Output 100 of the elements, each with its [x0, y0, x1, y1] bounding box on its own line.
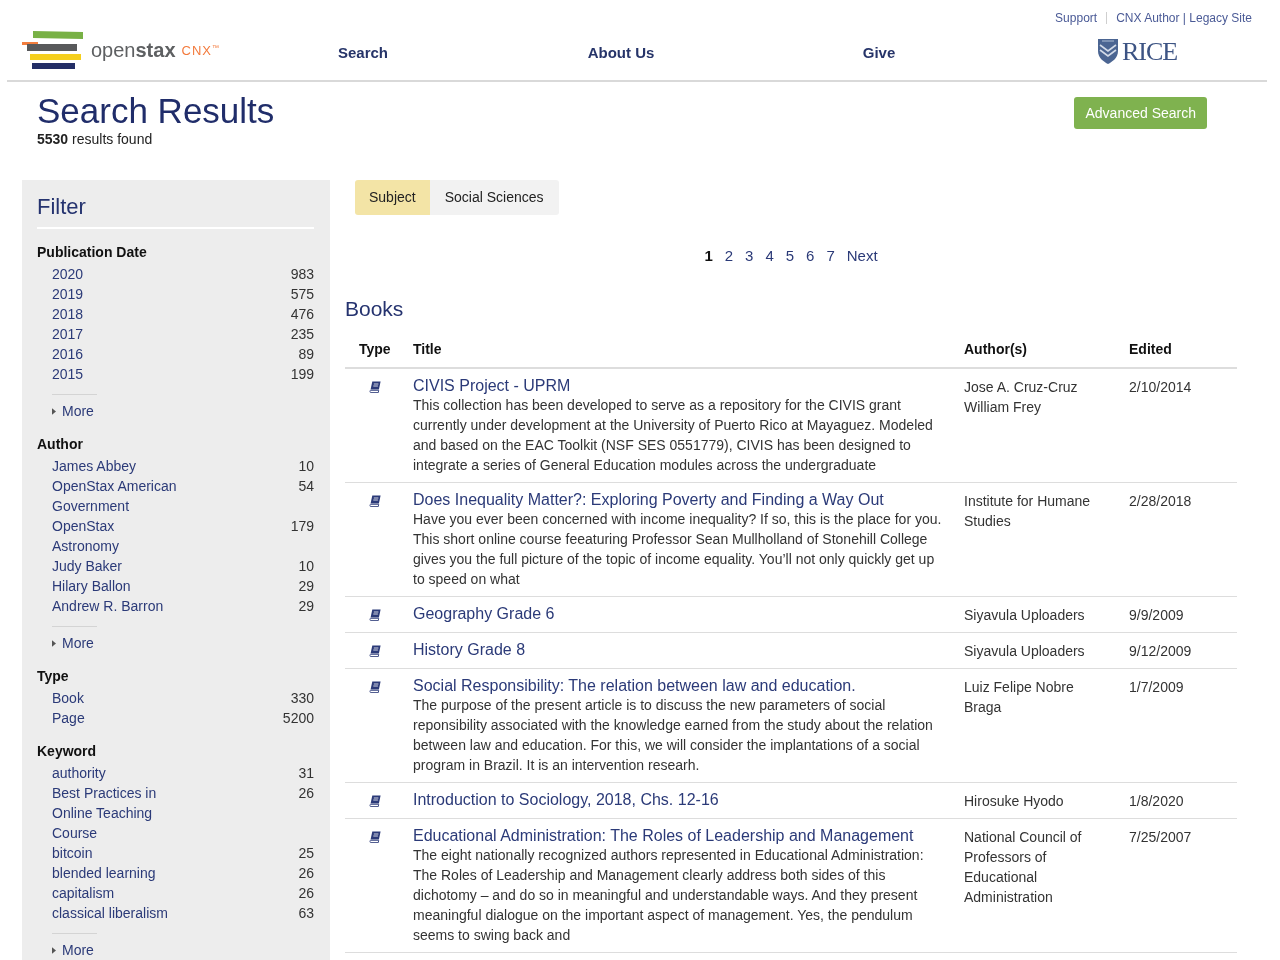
filter-count: 575: [290, 285, 314, 304]
section-heading: Books: [345, 296, 404, 322]
more-link[interactable]: More: [52, 633, 94, 653]
filter-option[interactable]: 2016: [52, 344, 84, 364]
edited-date: 9/12/2009: [1129, 642, 1192, 661]
filter-count: 10: [298, 557, 314, 576]
book-icon: [369, 381, 381, 393]
filter-count: 54: [298, 477, 314, 496]
filter-count: 5200: [282, 709, 314, 728]
result-title-link[interactable]: Educational Administration: The Roles of Leadership and Management: [413, 827, 914, 845]
result-title-link[interactable]: History Grade 8: [413, 641, 526, 659]
filter-count: 476: [290, 305, 314, 324]
result-description: Have you ever been concerned with income inequality? If so, this is the place for you. This short online course feeaturing Professor Sean Mullholland of Stonehill College gives you the full picture of the topic of income equality. You’ll not only quickly get up to speed on what: [413, 510, 943, 589]
filter-count: 26: [298, 784, 314, 803]
page-link[interactable]: 4: [765, 246, 774, 266]
filter-section-title: Publication Date: [37, 243, 147, 262]
caret-icon: [52, 407, 56, 415]
author-name: National Council of Professors of Educational Administration: [964, 828, 1083, 907]
nav-link[interactable]: Search: [337, 44, 388, 61]
filter-option[interactable]: OpenStax Astronomy: [52, 516, 180, 556]
result-count: 5530 results found: [37, 130, 153, 148]
result-title-link[interactable]: Social Responsibility: The relation between law and education.: [413, 677, 856, 695]
result-description: The eight nationally recognized authors represented in Educational Administration: The Roles of Leadership and Management clearly address both sides of this dichotomy – and do so in meaningful and understandable ways. And they present meaningful dialogue on the important aspect of management. Yes, the pendulum seems to swing back and: [413, 846, 925, 945]
edited-date: 1/7/2009: [1129, 678, 1184, 697]
filter-option[interactable]: Andrew R. Barron: [52, 596, 164, 616]
filter-count: 26: [298, 864, 314, 883]
filter-option[interactable]: blended learning: [52, 863, 156, 883]
page-title: Search Results: [37, 92, 275, 130]
column-header: Edited: [1129, 340, 1172, 359]
filter-title: Filter: [37, 193, 314, 229]
filter-count: 199: [290, 365, 314, 384]
nav-link[interactable]: Give: [862, 44, 896, 61]
partner-logo-text[interactable]: RICE: [1121, 38, 1178, 65]
column-header: Title: [413, 340, 442, 359]
caret-icon: [52, 946, 56, 954]
filter-label: Subject: [355, 180, 430, 215]
filter-count: 235: [290, 325, 314, 344]
shield-icon[interactable]: [1096, 38, 1119, 65]
filter-count: 10: [298, 457, 314, 476]
filter-section-title: Author: [37, 435, 83, 454]
page-link[interactable]: 1: [704, 246, 713, 266]
page-link[interactable]: 6: [806, 246, 815, 266]
page-link[interactable]: 3: [745, 246, 754, 266]
edited-date: 7/25/2007: [1129, 828, 1192, 847]
stacked-bars-logo-icon[interactable]: [22, 31, 84, 69]
filter-option[interactable]: 2015: [52, 364, 84, 384]
filter-option[interactable]: 2018: [52, 304, 84, 324]
result-title-link[interactable]: Does Inequality Matter?: Exploring Poverty and Finding a Way Out: [413, 491, 884, 509]
filter-option[interactable]: OpenStax American Government: [52, 476, 180, 516]
filter-count: 26: [298, 884, 314, 903]
filter-option[interactable]: capitalism: [52, 883, 115, 903]
result-description: This collection has been developed to serve as a repository for the CIVIS grant currently under development at the University of Puerto Rico at Mayaguez. Modeled and based on the EAC Toolkit (NSF SES 0551779), CIVIS has been designed to integrate a series of General Education modules across the undergraduate: [413, 396, 934, 475]
book-icon: [369, 495, 381, 507]
author-name: Hirosuke Hyodo: [964, 792, 1064, 811]
book-icon: [369, 795, 381, 807]
filter-option[interactable]: 2020: [52, 264, 84, 284]
author-name: William Frey: [964, 398, 1041, 417]
page-link[interactable]: 7: [826, 246, 835, 266]
filter-section-title: Keyword: [37, 742, 97, 761]
filter-option[interactable]: 2019: [52, 284, 84, 304]
edited-date: 2/10/2014: [1129, 378, 1192, 397]
result-title-link[interactable]: Introduction to Sociology, 2018, Chs. 12-16: [413, 791, 719, 809]
book-icon: [369, 681, 381, 693]
header-link[interactable]: Support: [1055, 10, 1098, 26]
book-icon: [369, 645, 381, 657]
logo-wordmark[interactable]: openstax: [91, 38, 176, 62]
filter-count: 330: [290, 689, 314, 708]
filter-count: 29: [298, 597, 314, 616]
filter-option[interactable]: James Abbey: [52, 456, 137, 476]
column-header: Type: [359, 340, 391, 359]
result-title-link[interactable]: Geography Grade 6: [413, 605, 555, 623]
page-link[interactable]: 2: [724, 246, 734, 266]
more-link[interactable]: More: [52, 940, 94, 960]
filter-count: 31: [298, 764, 314, 783]
filter-option[interactable]: Book: [52, 688, 84, 708]
filter-option[interactable]: Page: [52, 708, 85, 728]
header-link[interactable]: CNX Author | Legacy Site: [1116, 10, 1252, 26]
next-link[interactable]: Next: [846, 246, 878, 266]
author-name: Siyavula Uploaders: [964, 642, 1085, 661]
filter-count: 29: [298, 577, 314, 596]
filter-option[interactable]: authority: [52, 763, 106, 783]
nav-link[interactable]: About Us: [587, 44, 655, 61]
page-link[interactable]: 5: [785, 246, 795, 266]
author-name: Siyavula Uploaders: [964, 606, 1085, 625]
more-link[interactable]: More: [52, 401, 94, 421]
filter-count: 89: [298, 345, 314, 364]
book-icon: [369, 831, 381, 843]
filter-count: 25: [298, 844, 314, 863]
result-title-link[interactable]: CIVIS Project - UPRM: [413, 377, 571, 395]
filter-option[interactable]: 2017: [52, 324, 84, 344]
filter-option[interactable]: classical liberalism: [52, 903, 168, 923]
author-name: Institute for Humane Studies: [964, 492, 1092, 531]
edited-date: 2/28/2018: [1129, 492, 1192, 511]
filter-option[interactable]: bitcoin: [52, 843, 93, 863]
filter-option[interactable]: Judy Baker: [52, 556, 123, 576]
filter-option[interactable]: Hilary Ballon: [52, 576, 131, 596]
edited-date: 1/8/2020: [1129, 792, 1184, 811]
filter-value[interactable]: Social Sciences: [429, 180, 559, 215]
author-name: Luiz Felipe Nobre Braga: [964, 678, 1075, 717]
filter-count: 63: [298, 904, 314, 923]
